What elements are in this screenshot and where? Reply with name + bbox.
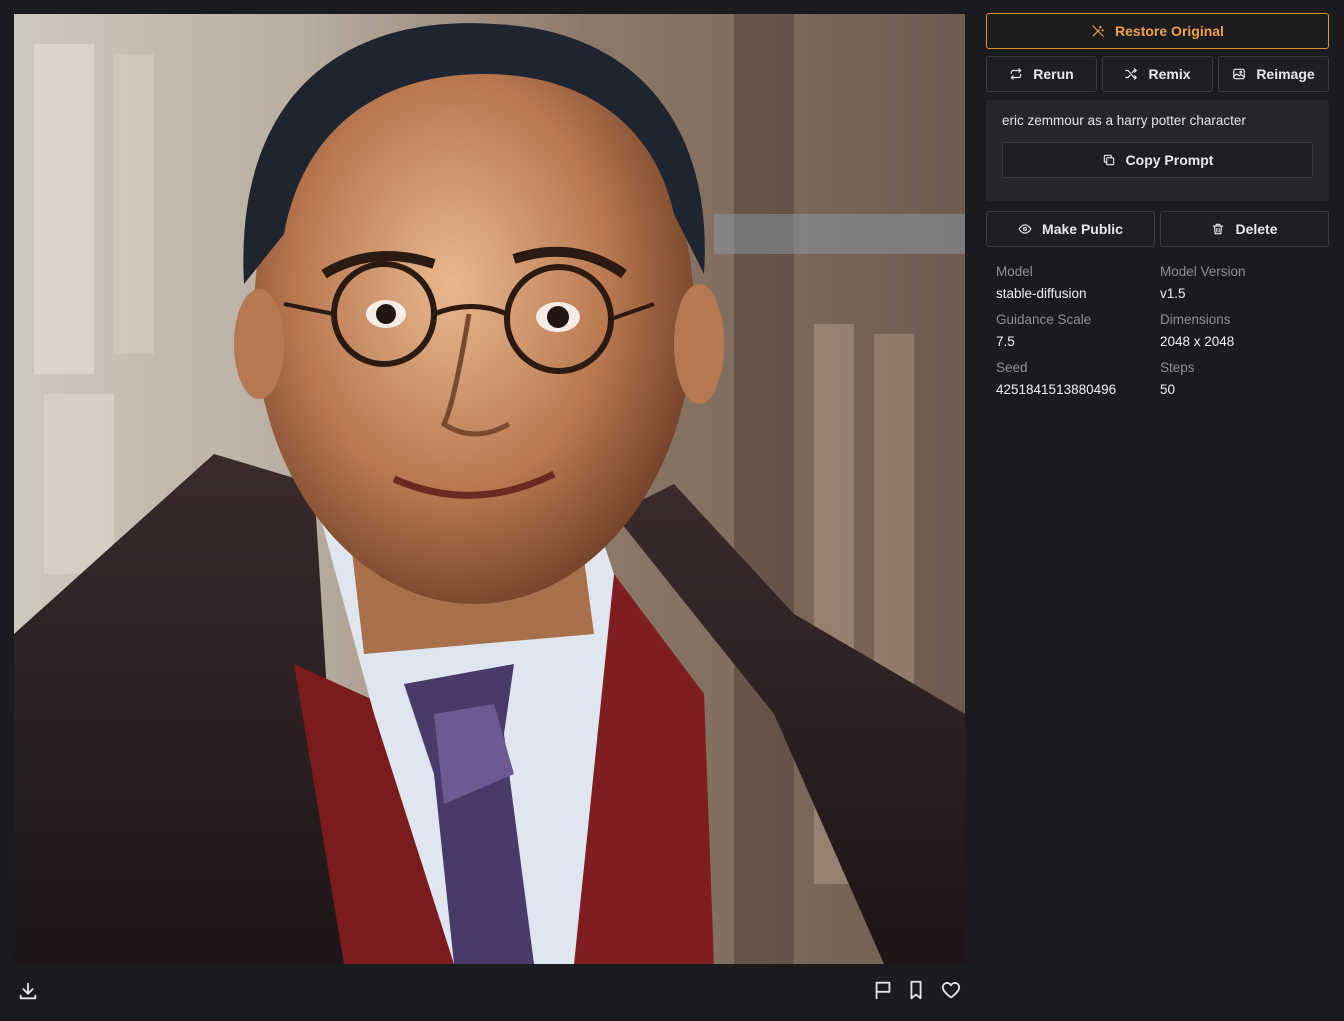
copy-prompt-label: Copy Prompt bbox=[1125, 152, 1214, 168]
visibility-actions: Make Public Delete bbox=[986, 211, 1329, 247]
meta-steps-label: Steps bbox=[1160, 360, 1195, 375]
image-action-bar bbox=[14, 964, 965, 1021]
meta-model-version: Model Version v1.5 bbox=[1160, 263, 1330, 302]
report-button[interactable] bbox=[869, 976, 897, 1004]
make-public-label: Make Public bbox=[1042, 221, 1123, 237]
wand-off-icon bbox=[1092, 25, 1104, 37]
meta-steps: Steps 50 bbox=[1160, 359, 1330, 398]
download-icon bbox=[19, 982, 37, 1000]
download-button[interactable] bbox=[14, 977, 42, 1005]
generation-actions: Rerun Remix Reimage bbox=[986, 56, 1329, 92]
reimage-button[interactable]: Reimage bbox=[1218, 56, 1329, 92]
copy-icon bbox=[1103, 154, 1114, 166]
remix-label: Remix bbox=[1148, 66, 1191, 82]
delete-label: Delete bbox=[1235, 221, 1278, 237]
restore-original-label: Restore Original bbox=[1115, 23, 1224, 39]
shuffle-icon bbox=[1125, 68, 1138, 80]
meta-dimensions-label: Dimensions bbox=[1160, 312, 1231, 327]
meta-model-version-value: v1.5 bbox=[1160, 286, 1186, 301]
heart-icon bbox=[941, 982, 961, 999]
meta-seed: Seed 4251841513880496 bbox=[996, 359, 1160, 398]
meta-seed-value: 4251841513880496 bbox=[996, 382, 1117, 397]
prompt-text: eric zemmour as a harry potter character bbox=[1002, 113, 1246, 128]
image-detail-page: Restore Original Rerun Remix Reimage eri… bbox=[0, 0, 1344, 1021]
trash-icon bbox=[1213, 223, 1224, 235]
eye-icon bbox=[1018, 224, 1032, 234]
generated-image[interactable] bbox=[14, 14, 965, 964]
meta-guidance-value: 7.5 bbox=[996, 334, 1015, 349]
prompt-box: eric zemmour as a harry potter character… bbox=[986, 100, 1329, 201]
restore-original-button[interactable]: Restore Original bbox=[986, 13, 1329, 49]
reimage-label: Reimage bbox=[1256, 66, 1315, 82]
meta-dimensions: Dimensions 2048 x 2048 bbox=[1160, 311, 1330, 350]
image-icon bbox=[1233, 68, 1246, 80]
meta-model-version-label: Model Version bbox=[1160, 264, 1246, 279]
meta-steps-value: 50 bbox=[1160, 382, 1176, 397]
meta-guidance-scale: Guidance Scale 7.5 bbox=[996, 311, 1160, 350]
make-public-button[interactable]: Make Public bbox=[986, 211, 1155, 247]
flag-icon bbox=[875, 981, 891, 1000]
copy-prompt-button[interactable]: Copy Prompt bbox=[1002, 142, 1313, 178]
portrait-image bbox=[14, 14, 965, 964]
repeat-icon bbox=[1011, 68, 1022, 80]
meta-guidance-label: Guidance Scale bbox=[996, 312, 1092, 327]
like-button[interactable] bbox=[937, 976, 965, 1004]
rerun-label: Rerun bbox=[1033, 66, 1074, 82]
bookmark-icon bbox=[910, 980, 922, 1000]
rerun-button[interactable]: Rerun bbox=[986, 56, 1097, 92]
bookmark-button[interactable] bbox=[902, 976, 930, 1004]
meta-model-label: Model bbox=[996, 264, 1033, 279]
generation-metadata: Model stable-diffusion Model Version v1.… bbox=[986, 263, 1329, 398]
meta-seed-label: Seed bbox=[996, 360, 1028, 375]
delete-button[interactable]: Delete bbox=[1160, 211, 1329, 247]
image-details-panel: Restore Original Rerun Remix Reimage eri… bbox=[986, 13, 1329, 398]
meta-dimensions-value: 2048 x 2048 bbox=[1160, 334, 1235, 349]
meta-model: Model stable-diffusion bbox=[996, 263, 1160, 302]
remix-button[interactable]: Remix bbox=[1102, 56, 1213, 92]
meta-model-value: stable-diffusion bbox=[996, 286, 1087, 301]
